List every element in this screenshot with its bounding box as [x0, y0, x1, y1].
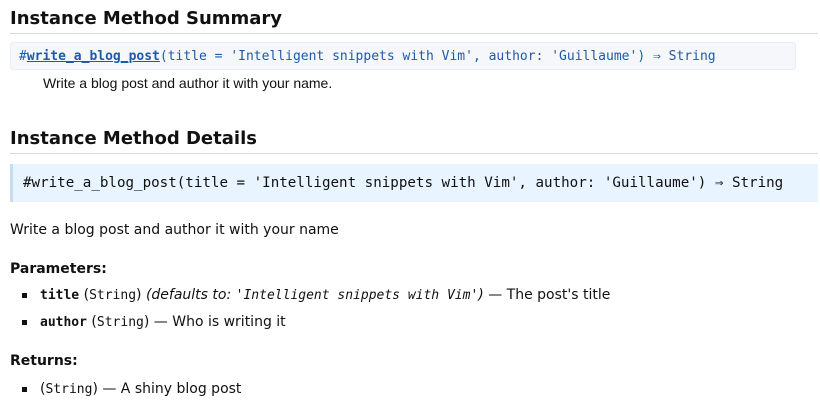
param-item-title: title (String) (defaults to: 'Intelligen… [10, 286, 610, 313]
returns-list: (String) — A shiny blog post [10, 380, 241, 407]
summary-return-arrow: ⇒ [645, 49, 669, 64]
summary-method-signature: #write_a_blog_post(title = 'Intelligent … [10, 42, 796, 70]
details-method-signature: #write_a_blog_post(title = 'Intelligent … [10, 164, 818, 202]
param-description: — The post's title [483, 287, 611, 303]
returns-title: Returns: [10, 353, 78, 369]
summary-method-params: (title = 'Intelligent snippets with Vim'… [159, 49, 646, 64]
summary-method-hash: # [19, 49, 27, 64]
param-type: String [96, 315, 144, 330]
summary-heading: Instance Method Summary [10, 8, 283, 29]
bullet-icon [22, 320, 27, 325]
param-type-open: ( [79, 287, 90, 303]
param-item-author: author (String) — Who is writing it [10, 313, 610, 340]
bullet-icon [22, 387, 27, 392]
param-default-label: (defaults to: [141, 287, 236, 303]
return-item: (String) — A shiny blog post [10, 380, 241, 407]
summary-method-description: Write a blog post and author it with you… [43, 75, 333, 91]
param-default-value: 'Intelligent snippets with Vim' [235, 288, 479, 303]
param-type-open: ( [86, 314, 97, 330]
summary-heading-rule [10, 33, 818, 34]
param-name: title [40, 288, 80, 303]
details-signature-text: #write_a_blog_post(title = 'Intelligent … [23, 175, 784, 191]
parameters-list: title (String) (defaults to: 'Intelligen… [10, 286, 610, 340]
summary-method-name[interactable]: write_a_blog_post [27, 49, 160, 64]
details-method-description: Write a blog post and author it with you… [10, 222, 339, 238]
bullet-icon [22, 293, 27, 298]
param-name: author [40, 315, 87, 330]
details-heading: Instance Method Details [10, 128, 257, 149]
param-type: String [89, 288, 137, 303]
details-heading-rule [10, 153, 818, 154]
parameters-title: Parameters: [10, 261, 107, 277]
summary-method-link[interactable]: #write_a_blog_post [19, 49, 160, 64]
param-description: — Who is writing it [149, 314, 286, 330]
return-type: String [45, 382, 93, 397]
summary-return-type: String [668, 49, 716, 64]
return-description: — A shiny blog post [97, 381, 242, 397]
param-default: (defaults to: 'Intelligent snippets with… [142, 287, 484, 303]
